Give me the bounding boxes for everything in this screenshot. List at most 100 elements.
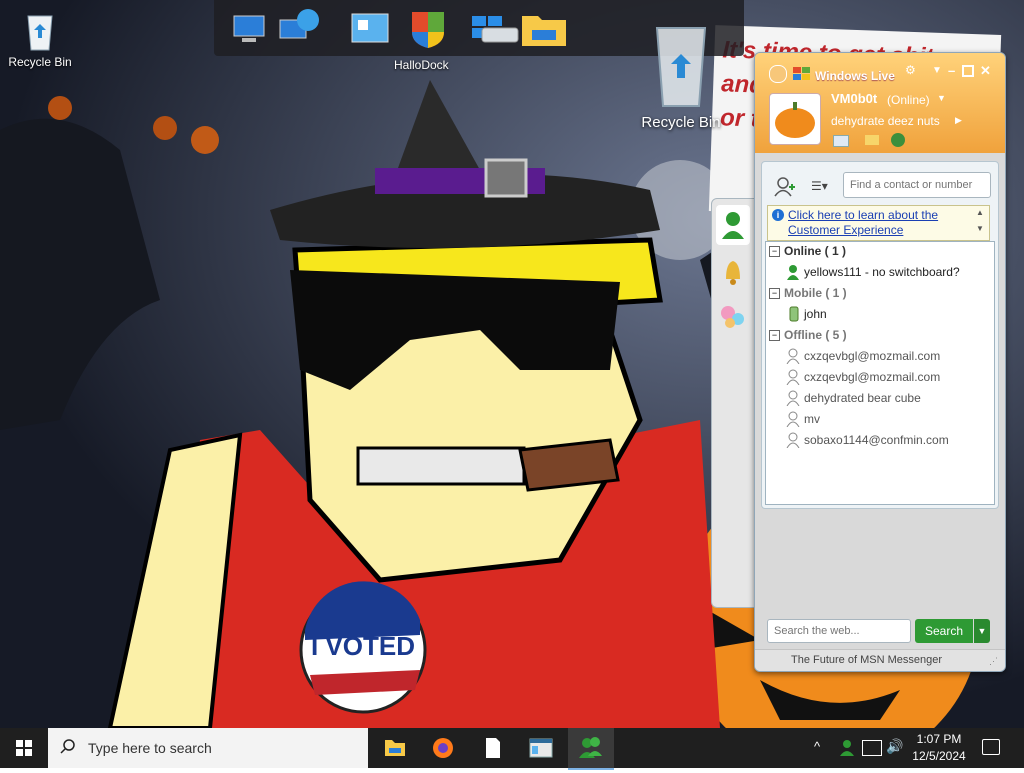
contact-item-offline[interactable]: mv	[804, 412, 820, 426]
search-options-dropdown-icon[interactable]: ▼	[974, 619, 990, 643]
msn-app-icon[interactable]	[769, 65, 787, 83]
msn-menu-icon[interactable]: ⚙	[905, 63, 923, 81]
taskbar: Type here to search ^ 🔊 1:07 PM 12/5/202…	[0, 728, 1024, 770]
web-search-button[interactable]: Search	[915, 619, 973, 643]
butterfly-icon	[721, 306, 744, 328]
clock[interactable]: 1:07 PM 12/5/2024	[904, 731, 974, 765]
msn-dropdown-icon[interactable]: ▼	[932, 65, 942, 76]
info-scroll-up[interactable]: ▲	[974, 208, 986, 220]
group-mobile-label[interactable]: Mobile ( 1 )	[784, 286, 847, 300]
hallodock-icon[interactable]	[406, 6, 450, 50]
taskbar-app-window[interactable]	[518, 728, 564, 768]
msn-messenger-window: Windows Live ⚙ ▼ – ✕ VM0b0t (Online) ▼ d…	[754, 52, 1006, 672]
recycle-bin-large-label: Recycle Bin	[641, 114, 721, 131]
network-icon[interactable]	[862, 740, 882, 756]
username[interactable]: VM0b0t	[831, 91, 877, 106]
msn-side-tabs	[711, 198, 756, 608]
footer-text: The Future of MSN Messenger	[791, 654, 943, 666]
taskbar-file-explorer[interactable]	[372, 728, 418, 768]
web-search-input[interactable]	[767, 619, 911, 643]
taskbar-msn-messenger[interactable]	[568, 728, 614, 770]
search-icon	[60, 739, 75, 754]
recycle-bin-large-icon	[655, 27, 707, 107]
contact-item-offline[interactable]: dehydrated bear cube	[804, 391, 921, 405]
info-link[interactable]: Click here to learn about the Customer E…	[788, 208, 968, 238]
contacts-buddy-icon	[722, 212, 744, 239]
contact-item-mobile[interactable]: john	[804, 307, 827, 321]
start-button[interactable]	[0, 728, 48, 768]
tab-alerts[interactable]	[716, 251, 750, 291]
tab-gallery[interactable]	[716, 297, 750, 337]
contact-item-offline[interactable]: cxzqevbgl@mozmail.com	[804, 370, 940, 384]
voted-badge-text: I VOTED	[311, 631, 415, 661]
msn-header: Windows Live ⚙ ▼ – ✕ VM0b0t (Online) ▼ d…	[755, 53, 1005, 153]
collapse-offline-icon[interactable]: −	[769, 330, 780, 341]
clock-date: 12/5/2024	[912, 749, 966, 763]
find-contact-input[interactable]	[843, 172, 991, 198]
bell-icon	[726, 261, 740, 285]
collapse-online-icon[interactable]: −	[769, 246, 780, 257]
contact-list: − Online ( 1 ) yellows111 - no switchboa…	[765, 241, 995, 505]
window-app-icon	[529, 738, 553, 758]
offline-buddy-icon	[786, 411, 800, 428]
document-icon	[486, 738, 500, 758]
dock-control-panel-icon[interactable]	[348, 6, 392, 50]
dock-folder-icon[interactable]	[520, 6, 566, 50]
taskbar-search-box[interactable]: Type here to search	[48, 728, 368, 768]
folder-icon	[385, 740, 405, 756]
info-icon: i	[772, 209, 784, 221]
add-contact-icon[interactable]	[773, 177, 795, 197]
group-online-label[interactable]: Online ( 1 )	[784, 244, 846, 258]
recycle-bin-label: Recycle Bin	[8, 55, 72, 69]
msn-today-icon[interactable]	[891, 133, 905, 147]
close-button[interactable]: ✕	[980, 63, 991, 79]
windows-logo-icon	[793, 67, 811, 81]
status-label[interactable]: (Online)	[887, 93, 930, 107]
tray-msn-icon[interactable]	[838, 738, 856, 758]
msn-footer: The Future of MSN Messenger ⋰	[755, 649, 1005, 671]
pumpkin-avatar-icon	[775, 102, 815, 138]
recycle-bin-large-icon-wrapper[interactable]: Recycle Bin	[626, 14, 736, 131]
minimize-button[interactable]: –	[948, 63, 955, 78]
contact-item-offline[interactable]: sobaxo1144@confmin.com	[804, 433, 949, 447]
offline-buddy-icon	[786, 369, 800, 386]
contact-item-offline[interactable]: cxzqevbgl@mozmail.com	[804, 349, 940, 363]
personal-message-arrow-icon[interactable]: ▶	[955, 115, 962, 126]
recycle-bin-icon	[27, 15, 53, 51]
offline-buddy-icon	[786, 432, 800, 449]
dock-computer-icon[interactable]	[230, 6, 274, 50]
personal-message[interactable]: dehydrate deez nuts	[831, 114, 940, 128]
taskbar-notepad[interactable]	[470, 728, 516, 768]
group-offline-label[interactable]: Offline ( 5 )	[784, 328, 847, 342]
online-buddy-icon	[786, 264, 800, 280]
info-scroll-down[interactable]: ▼	[974, 224, 986, 236]
offline-buddy-icon	[786, 390, 800, 407]
dock-drive-icon[interactable]	[480, 22, 520, 46]
collapse-mobile-icon[interactable]: −	[769, 288, 780, 299]
maximize-button[interactable]	[962, 65, 974, 77]
mail-icon[interactable]	[833, 135, 849, 147]
firefox-icon	[433, 738, 453, 758]
contact-view-options-icon[interactable]: ☰▾	[811, 179, 835, 195]
show-hidden-icons[interactable]: ^	[814, 739, 820, 754]
dock-network-icon[interactable]	[278, 6, 322, 50]
taskbar-search-placeholder: Type here to search	[88, 740, 212, 756]
offline-buddy-icon	[786, 348, 800, 365]
status-dropdown-icon[interactable]: ▼	[937, 93, 946, 103]
taskbar-firefox[interactable]	[420, 728, 466, 768]
resize-grip-icon[interactable]: ⋰	[989, 656, 998, 667]
mobile-buddy-icon	[788, 306, 800, 322]
notification-center-icon[interactable]	[982, 739, 1000, 755]
avatar[interactable]	[769, 93, 821, 145]
info-bar[interactable]: i Click here to learn about the Customer…	[767, 205, 990, 241]
contact-item-online[interactable]: yellows111 - no switchboard?	[804, 265, 960, 279]
hallodock-label: HalloDock	[394, 58, 449, 72]
msn-window-title: Windows Live	[815, 69, 895, 83]
volume-icon[interactable]: 🔊	[886, 738, 903, 755]
tab-contacts[interactable]	[716, 205, 750, 245]
clock-time: 1:07 PM	[916, 732, 962, 746]
windows-start-icon	[16, 740, 32, 756]
recycle-bin-desktop-icon[interactable]: Recycle Bin	[0, 8, 80, 69]
folder-icon[interactable]	[865, 135, 879, 145]
msn-buddy-icon	[579, 737, 602, 758]
